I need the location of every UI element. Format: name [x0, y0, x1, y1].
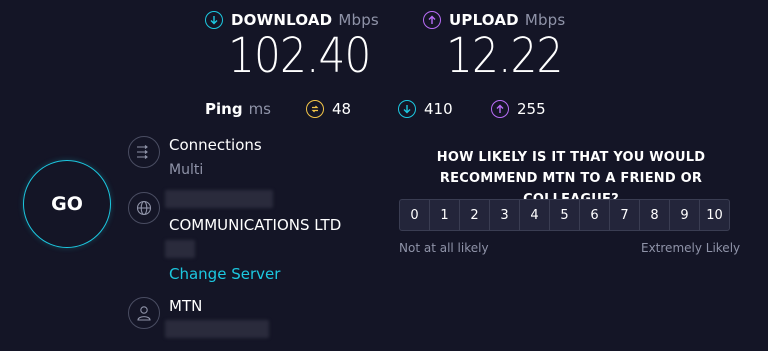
redacted-server-city	[165, 240, 195, 258]
rating-option-2[interactable]: 2	[459, 199, 490, 231]
survey-question-line1: HOW LIKELY IS IT THAT YOU WOULD	[436, 150, 706, 165]
rating-option-9[interactable]: 9	[669, 199, 700, 231]
upload-value: 12.22	[446, 28, 563, 84]
ping-download-icon	[398, 100, 416, 118]
redacted-server-location	[165, 190, 273, 208]
download-value: 102.40	[228, 28, 371, 84]
survey-high-label: Extremely Likely	[641, 241, 741, 255]
download-header: DOWNLOAD Mbps	[205, 11, 379, 29]
ping-upload-icon	[491, 100, 509, 118]
survey-rating-scale: 0 1 2 3 4 5 6 7 8 9 10	[399, 199, 730, 231]
download-label: DOWNLOAD	[231, 11, 333, 29]
redacted-provider-ip	[165, 320, 269, 338]
rating-option-1[interactable]: 1	[429, 199, 460, 231]
ping-label-group: Ping ms	[205, 100, 271, 118]
globe-icon	[128, 192, 160, 224]
provider-name: MTN	[169, 297, 203, 315]
survey-low-label: Not at all likely	[399, 241, 489, 255]
ping-download-value: 410	[424, 100, 453, 118]
upload-unit: Mbps	[524, 11, 566, 29]
rating-option-3[interactable]: 3	[489, 199, 520, 231]
ping-idle: 48	[306, 100, 351, 118]
ping-unit: ms	[248, 100, 271, 118]
rating-option-6[interactable]: 6	[579, 199, 610, 231]
ping-idle-value: 48	[332, 100, 352, 118]
change-server-link[interactable]: Change Server	[169, 265, 280, 283]
ping-idle-icon	[306, 100, 324, 118]
download-arrow-icon	[205, 11, 223, 29]
connections-arrows-icon	[128, 136, 160, 168]
rating-option-4[interactable]: 4	[519, 199, 550, 231]
rating-option-10[interactable]: 10	[699, 199, 730, 231]
upload-label: UPLOAD	[449, 11, 519, 29]
ping-upload-value: 255	[517, 100, 546, 118]
rating-option-0[interactable]: 0	[399, 199, 430, 231]
server-isp-name: COMMUNICATIONS LTD	[169, 216, 342, 234]
connections-mode[interactable]: Multi	[169, 162, 203, 178]
user-icon	[128, 297, 160, 329]
upload-header: UPLOAD Mbps	[423, 11, 565, 29]
rating-option-5[interactable]: 5	[549, 199, 580, 231]
rating-option-8[interactable]: 8	[639, 199, 670, 231]
upload-arrow-icon	[423, 11, 441, 29]
rating-option-7[interactable]: 7	[609, 199, 640, 231]
ping-label: Ping	[205, 100, 243, 118]
ping-upload: 255	[491, 100, 546, 118]
go-button-label: GO	[51, 193, 83, 215]
download-unit: Mbps	[338, 11, 379, 29]
go-button[interactable]: GO	[23, 160, 111, 248]
connections-title: Connections	[169, 136, 262, 154]
ping-download: 410	[398, 100, 453, 118]
